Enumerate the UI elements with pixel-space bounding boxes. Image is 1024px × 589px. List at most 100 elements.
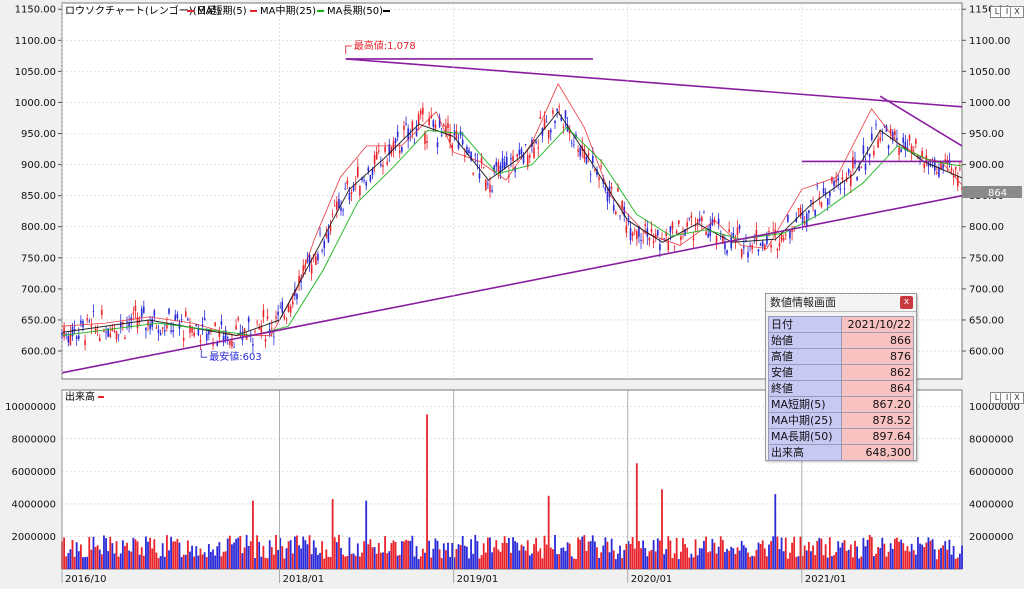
volume-bar	[596, 547, 598, 569]
price-tick-label-right: 800.00	[969, 222, 1004, 233]
candle-body	[856, 176, 858, 181]
volume-bar	[921, 544, 924, 569]
candle-body	[296, 293, 298, 300]
volume-bar	[472, 553, 475, 569]
candle-body	[310, 264, 313, 274]
volume-bar	[484, 552, 487, 569]
legend-swatch-extra	[383, 10, 390, 12]
volume-bar	[266, 558, 269, 569]
legend-swatch-ma-long	[317, 10, 324, 12]
info-key: 出来高	[768, 444, 842, 461]
candle-body	[348, 192, 351, 200]
volume-bar	[503, 536, 506, 569]
candle-body	[535, 141, 537, 144]
volume-bar	[929, 540, 932, 569]
volume-bar	[772, 536, 775, 569]
candle-body	[193, 332, 195, 336]
candle-body	[642, 239, 644, 241]
volume-bar	[774, 494, 777, 569]
volume-bar	[491, 552, 493, 569]
candle-body	[359, 185, 361, 196]
candle-body	[88, 320, 91, 322]
volume-bar	[879, 548, 882, 569]
candle-body	[870, 133, 873, 140]
candle-body	[680, 236, 682, 241]
info-panel-close-button[interactable]: x	[900, 296, 913, 309]
candle-body	[440, 134, 443, 136]
candle-body	[663, 238, 665, 240]
price-panel-close-button[interactable]: X	[1010, 6, 1024, 18]
volume-bar	[566, 542, 569, 569]
volume-bar	[344, 556, 347, 569]
candle-body	[900, 149, 902, 153]
candle-body	[315, 256, 317, 266]
volume-bar	[461, 536, 464, 569]
candle-body	[852, 156, 854, 169]
volume-tick-label-right: 8000000	[969, 434, 1014, 445]
candle-body	[860, 167, 863, 169]
volume-bar	[648, 551, 651, 569]
candle-body	[864, 163, 867, 171]
info-row-open: 始値 866	[768, 332, 914, 349]
candle-body	[675, 230, 678, 234]
volume-bar	[67, 553, 70, 569]
volume-bar	[961, 545, 963, 569]
volume-bar	[168, 550, 170, 569]
candle-body	[636, 231, 638, 240]
volume-bar	[659, 540, 661, 569]
volume-bar	[386, 553, 389, 569]
candle-body	[778, 242, 781, 247]
volume-bar	[403, 541, 405, 569]
volume-panel-close-button[interactable]: X	[1010, 392, 1024, 404]
candle-body	[894, 130, 896, 136]
candle-body	[705, 231, 707, 235]
candle-body	[340, 207, 342, 211]
volume-bar	[633, 548, 636, 569]
candle-body	[816, 185, 819, 187]
candle-body	[484, 179, 487, 191]
volume-bar	[736, 547, 739, 569]
candle-body	[782, 238, 785, 241]
volume-bar	[411, 535, 414, 569]
volume-bar	[405, 539, 407, 569]
candle-body	[690, 215, 693, 218]
candle-body	[936, 172, 938, 174]
volume-bar	[954, 558, 957, 569]
volume-bar	[837, 541, 840, 569]
date-tick-label: 2019/01	[457, 574, 499, 585]
volume-bar	[531, 553, 533, 569]
volume-bar	[396, 555, 399, 569]
volume-bar	[677, 559, 680, 569]
candle-body	[497, 162, 500, 172]
volume-tick-label-left: 8000000	[11, 434, 56, 445]
volume-bar	[342, 554, 345, 569]
volume-bar	[604, 537, 607, 569]
candle-body	[784, 234, 787, 236]
candle-body	[633, 230, 636, 232]
volume-bar	[228, 535, 231, 569]
candle-body	[562, 127, 565, 128]
volume-legend-label: 出来高	[65, 390, 95, 403]
volume-bar	[679, 551, 682, 569]
volume-bar	[338, 534, 340, 569]
candle-body	[612, 205, 615, 211]
candle-body	[145, 327, 147, 331]
volume-bar	[277, 549, 279, 569]
volume-bar	[726, 548, 728, 569]
info-panel[interactable]: 数値情報画面 x 日付 2021/10/22 始値 866 高値 876 安値 862 …	[765, 293, 917, 461]
volume-bar	[847, 549, 850, 569]
candle-body	[478, 173, 481, 179]
volume-bar	[593, 541, 596, 569]
volume-bar	[65, 556, 68, 569]
candle-body	[776, 248, 779, 251]
candle-body	[281, 301, 284, 313]
volume-bar	[289, 540, 292, 569]
volume-bar	[742, 545, 745, 569]
candle-body	[235, 325, 237, 330]
volume-bar	[661, 489, 663, 569]
candle-body	[214, 322, 216, 326]
volume-bar	[776, 536, 779, 569]
candle-body	[325, 233, 328, 238]
volume-bar	[222, 551, 225, 569]
candle-body	[480, 157, 483, 163]
